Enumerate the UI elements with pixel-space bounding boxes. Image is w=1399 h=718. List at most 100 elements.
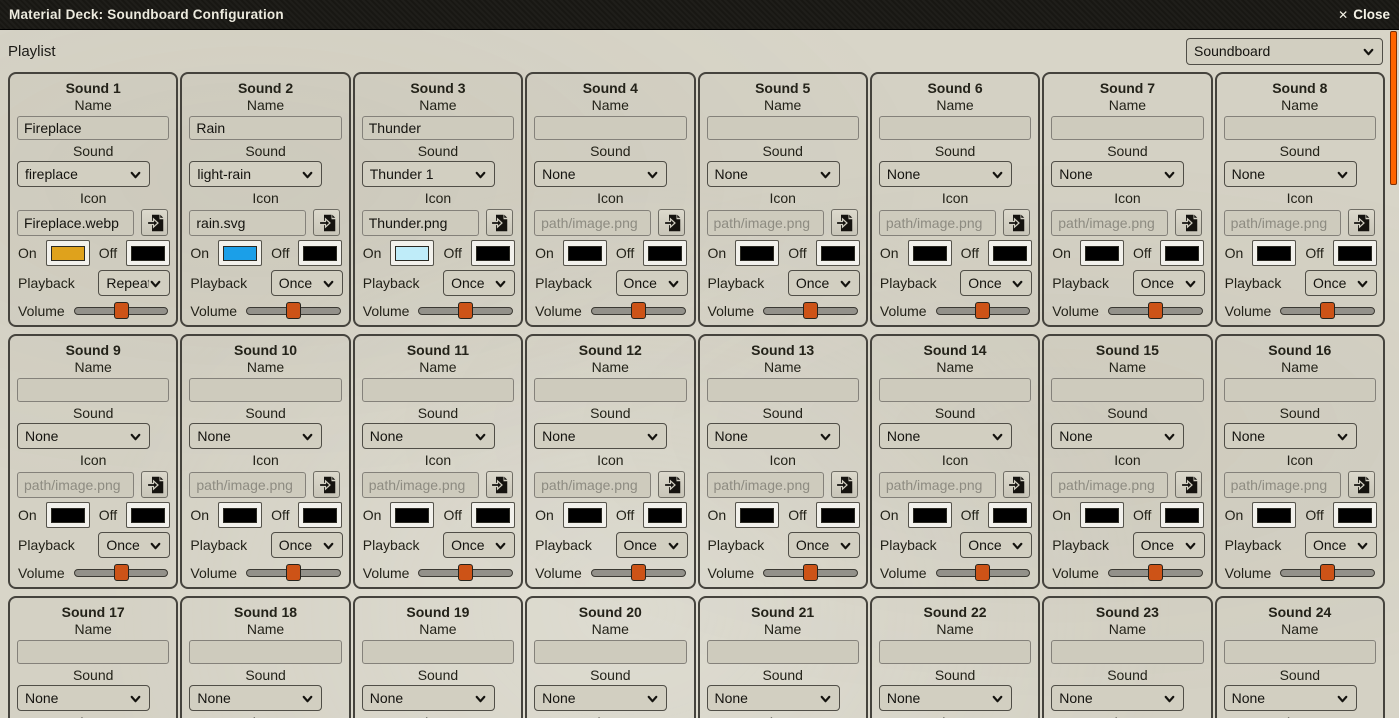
on-color-picker[interactable] xyxy=(1252,502,1296,528)
sound-select[interactable]: None xyxy=(879,161,1012,187)
name-input[interactable] xyxy=(189,640,341,664)
off-color-picker[interactable] xyxy=(643,240,687,266)
vertical-scrollbar-thumb[interactable] xyxy=(1390,31,1397,185)
volume-slider[interactable] xyxy=(74,301,169,320)
off-color-picker[interactable] xyxy=(298,502,342,528)
on-color-picker[interactable] xyxy=(46,502,90,528)
file-picker-button[interactable] xyxy=(486,209,513,236)
on-color-picker[interactable] xyxy=(563,240,607,266)
off-color-picker[interactable] xyxy=(471,240,515,266)
off-color-picker[interactable] xyxy=(816,240,860,266)
name-input[interactable] xyxy=(1224,640,1376,664)
file-picker-button[interactable] xyxy=(658,209,685,236)
volume-slider[interactable] xyxy=(936,301,1031,320)
volume-slider[interactable] xyxy=(1108,563,1203,582)
on-color-picker[interactable] xyxy=(1080,240,1124,266)
off-color-picker[interactable] xyxy=(471,502,515,528)
playlist-select[interactable]: Soundboard xyxy=(1186,38,1383,65)
sound-select[interactable]: None xyxy=(707,685,840,711)
off-color-picker[interactable] xyxy=(298,240,342,266)
on-color-picker[interactable] xyxy=(218,502,262,528)
name-input[interactable] xyxy=(879,378,1031,402)
playback-select[interactable]: Once xyxy=(1305,532,1377,558)
off-color-picker[interactable] xyxy=(988,240,1032,266)
sound-select[interactable]: None xyxy=(707,161,840,187)
name-input[interactable] xyxy=(1051,378,1203,402)
sound-select[interactable]: None xyxy=(1224,685,1357,711)
playback-select[interactable]: Once xyxy=(1305,270,1377,296)
off-color-picker[interactable] xyxy=(643,502,687,528)
file-picker-button[interactable] xyxy=(1175,209,1202,236)
playback-select[interactable]: Repeat xyxy=(98,270,170,296)
sound-select[interactable]: Thunder 1 xyxy=(362,161,495,187)
icon-path-input[interactable] xyxy=(1224,472,1341,498)
file-picker-button[interactable] xyxy=(1003,471,1030,498)
name-input[interactable] xyxy=(534,116,686,140)
off-color-picker[interactable] xyxy=(1333,502,1377,528)
playback-select[interactable]: Once xyxy=(1133,270,1205,296)
name-input[interactable] xyxy=(362,116,514,140)
name-input[interactable] xyxy=(1051,640,1203,664)
on-color-picker[interactable] xyxy=(390,240,434,266)
name-input[interactable] xyxy=(1051,116,1203,140)
file-picker-button[interactable] xyxy=(831,209,858,236)
name-input[interactable] xyxy=(534,378,686,402)
volume-slider[interactable] xyxy=(418,563,513,582)
sound-select[interactable]: None xyxy=(189,685,322,711)
file-picker-button[interactable] xyxy=(486,471,513,498)
volume-slider[interactable] xyxy=(591,301,686,320)
name-input[interactable] xyxy=(1224,116,1376,140)
file-picker-button[interactable] xyxy=(658,471,685,498)
name-input[interactable] xyxy=(707,116,859,140)
sound-select[interactable]: None xyxy=(1051,161,1184,187)
playback-select[interactable]: Once xyxy=(98,532,170,558)
name-input[interactable] xyxy=(17,640,169,664)
icon-path-input[interactable] xyxy=(17,210,134,236)
name-input[interactable] xyxy=(707,640,859,664)
name-input[interactable] xyxy=(17,378,169,402)
name-input[interactable] xyxy=(17,116,169,140)
on-color-picker[interactable] xyxy=(46,240,90,266)
name-input[interactable] xyxy=(879,116,1031,140)
volume-slider[interactable] xyxy=(763,301,858,320)
on-color-picker[interactable] xyxy=(1080,502,1124,528)
sound-select[interactable]: None xyxy=(1224,161,1357,187)
volume-slider[interactable] xyxy=(1280,301,1375,320)
on-color-picker[interactable] xyxy=(908,240,952,266)
close-button[interactable]: ✕ Close xyxy=(1338,7,1390,22)
name-input[interactable] xyxy=(879,640,1031,664)
playback-select[interactable]: Once xyxy=(616,270,688,296)
name-input[interactable] xyxy=(1224,378,1376,402)
sound-select[interactable]: None xyxy=(17,423,150,449)
icon-path-input[interactable] xyxy=(17,472,134,498)
on-color-picker[interactable] xyxy=(218,240,262,266)
volume-slider[interactable] xyxy=(246,563,341,582)
file-picker-button[interactable] xyxy=(1003,209,1030,236)
playback-select[interactable]: Once xyxy=(271,532,343,558)
file-picker-button[interactable] xyxy=(141,209,168,236)
sound-select[interactable]: None xyxy=(534,423,667,449)
icon-path-input[interactable] xyxy=(534,210,651,236)
off-color-picker[interactable] xyxy=(1160,240,1204,266)
name-input[interactable] xyxy=(362,378,514,402)
sound-select[interactable]: None xyxy=(879,423,1012,449)
sound-select[interactable]: None xyxy=(1051,423,1184,449)
name-input[interactable] xyxy=(534,640,686,664)
on-color-picker[interactable] xyxy=(1252,240,1296,266)
icon-path-input[interactable] xyxy=(707,210,824,236)
playback-select[interactable]: Once xyxy=(616,532,688,558)
sound-select[interactable]: fireplace xyxy=(17,161,150,187)
playback-select[interactable]: Once xyxy=(788,532,860,558)
off-color-picker[interactable] xyxy=(816,502,860,528)
playback-select[interactable]: Once xyxy=(960,270,1032,296)
sound-select[interactable]: None xyxy=(1051,685,1184,711)
volume-slider[interactable] xyxy=(763,563,858,582)
volume-slider[interactable] xyxy=(591,563,686,582)
off-color-picker[interactable] xyxy=(1333,240,1377,266)
icon-path-input[interactable] xyxy=(1051,472,1168,498)
on-color-picker[interactable] xyxy=(563,502,607,528)
icon-path-input[interactable] xyxy=(362,210,479,236)
playback-select[interactable]: Once xyxy=(443,270,515,296)
sound-select[interactable]: None xyxy=(1224,423,1357,449)
file-picker-button[interactable] xyxy=(1348,471,1375,498)
